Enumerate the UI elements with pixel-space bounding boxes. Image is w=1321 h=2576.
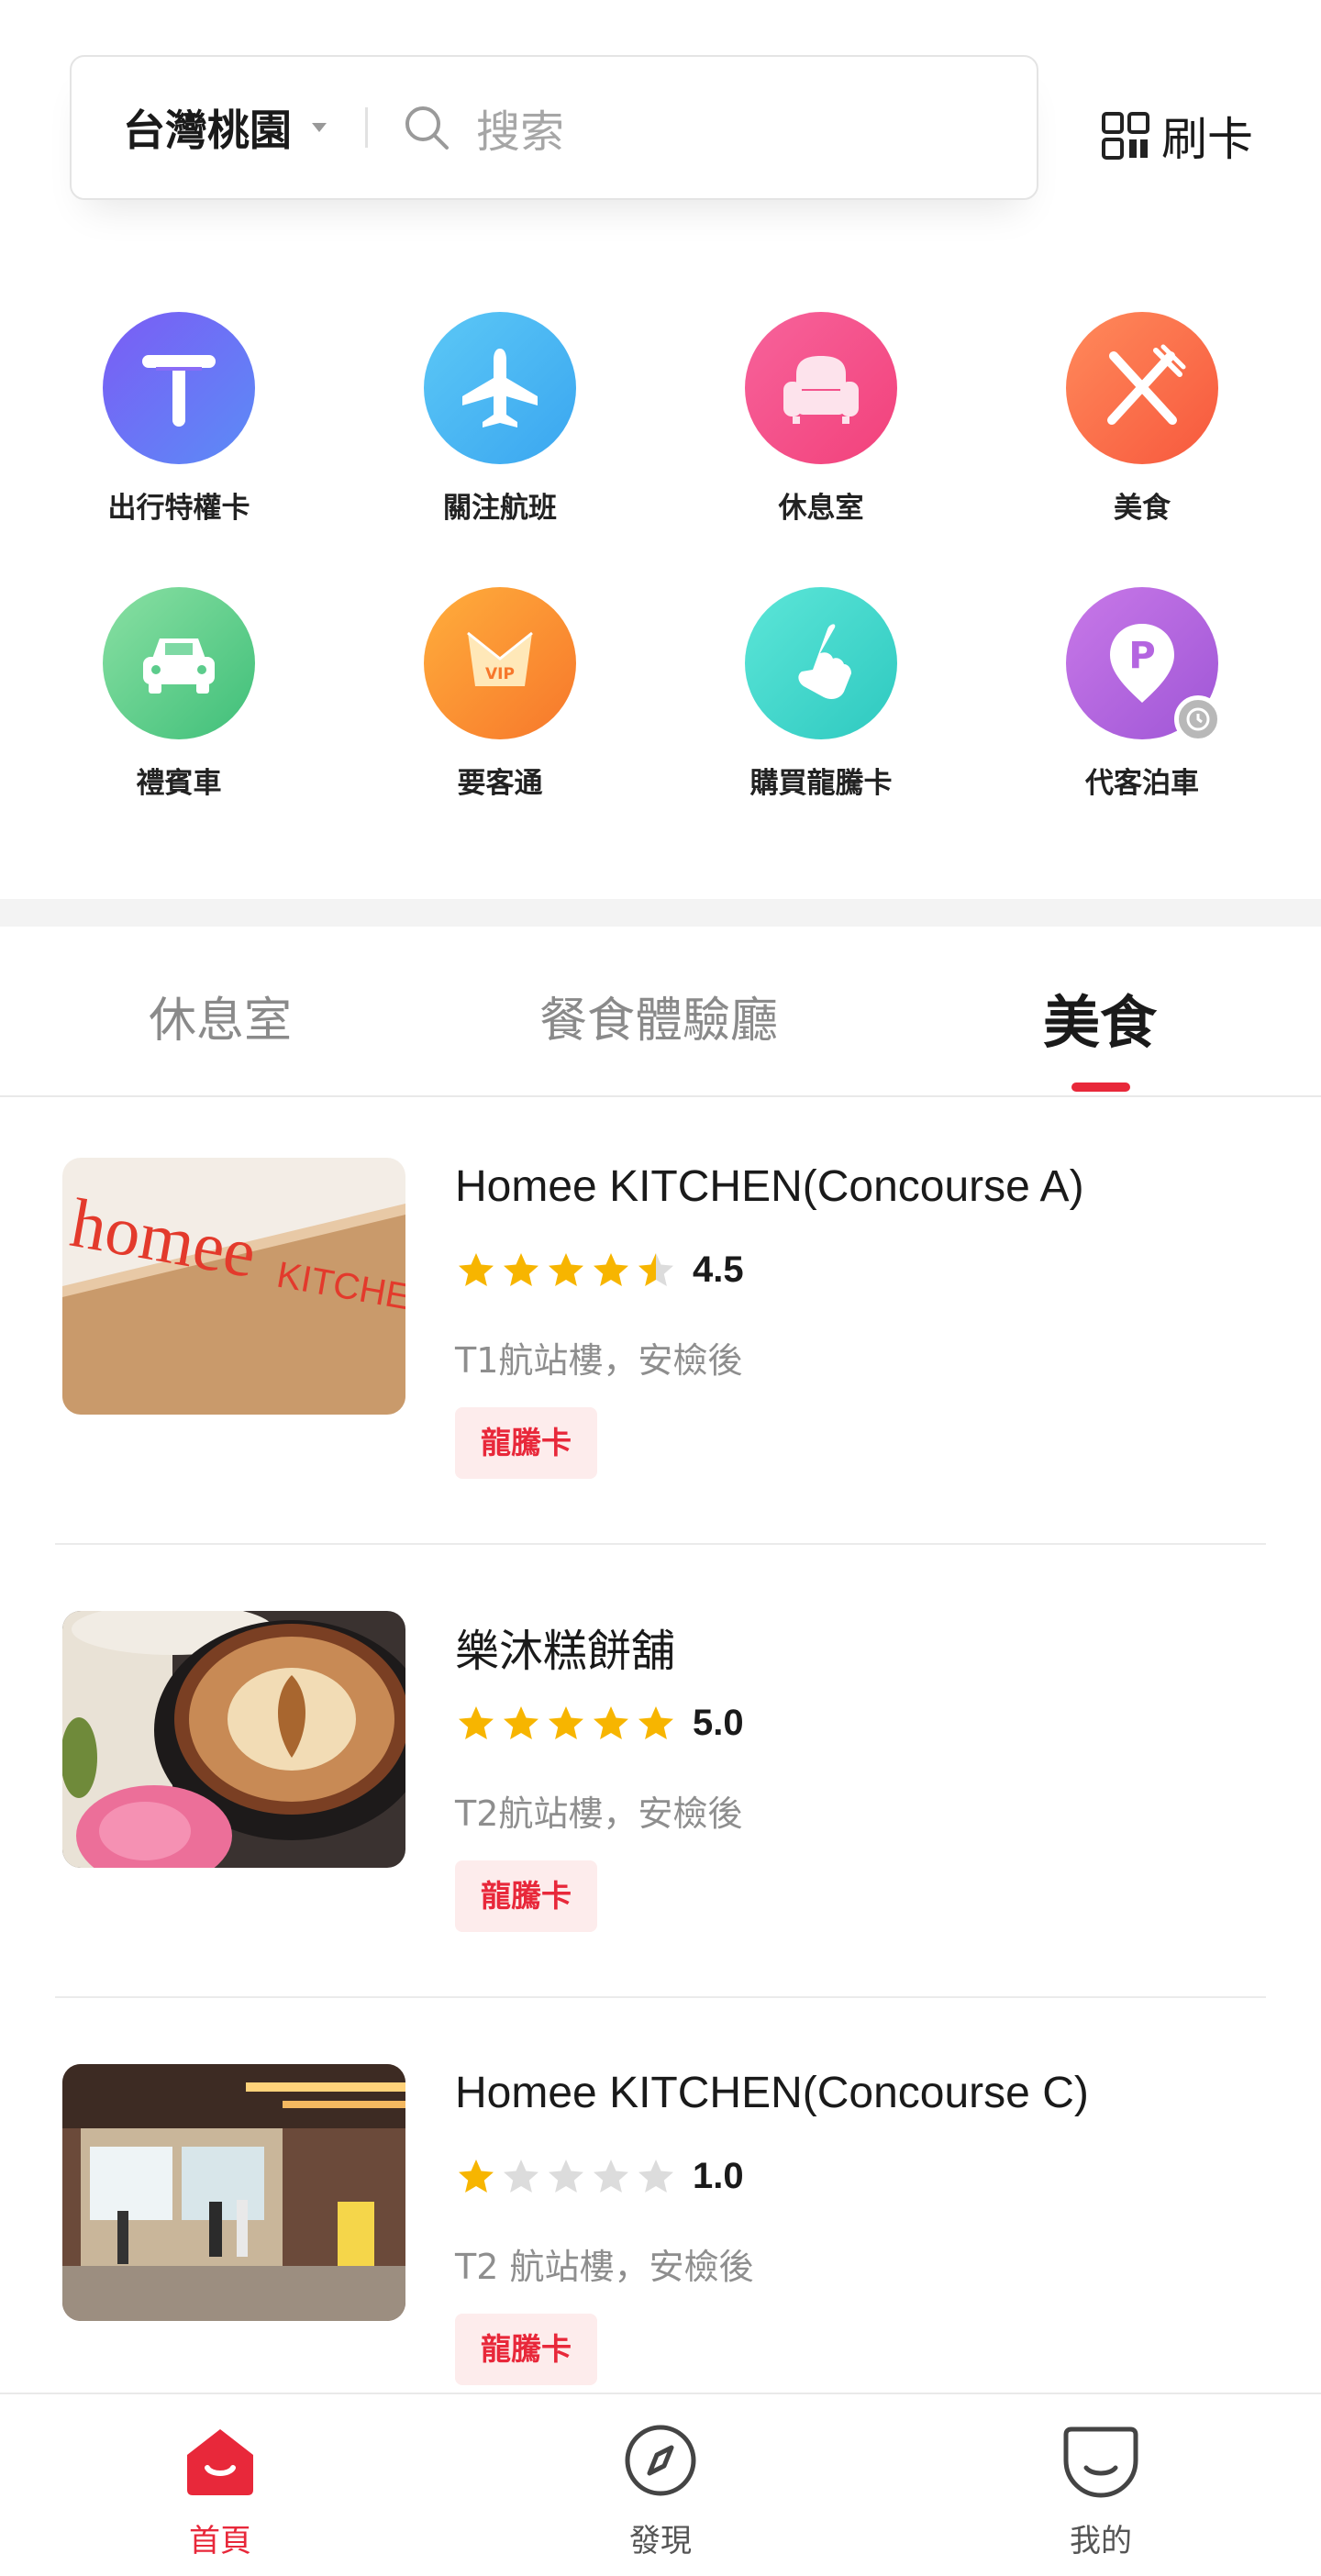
fork-knife-icon <box>1066 312 1218 464</box>
svg-text:P: P <box>1128 635 1155 677</box>
grid-label: 禮賓車 <box>136 767 222 800</box>
grid-label: 要客通 <box>457 767 543 800</box>
star-half-icon <box>638 1252 673 1286</box>
compass-icon <box>625 2425 696 2496</box>
star-full-icon <box>459 1705 494 1739</box>
grid-label: 休息室 <box>778 492 864 525</box>
list-separator <box>55 1996 1266 1998</box>
star-rating: 5.0 <box>457 1703 744 1744</box>
star-empty-icon <box>504 2159 538 2193</box>
search-icon <box>405 106 449 150</box>
star-full-icon <box>594 1252 628 1286</box>
star-full-icon <box>549 1252 583 1286</box>
search-input[interactable]: 搜索 <box>476 95 564 160</box>
profile-face-icon <box>1063 2426 1138 2498</box>
grid-label: 購買龍騰卡 <box>749 767 893 800</box>
star-full-icon <box>459 1252 494 1286</box>
tab-lounge[interactable]: 休息室 <box>149 982 292 1050</box>
sofa-icon <box>745 312 897 464</box>
restaurant-photo <box>62 1611 405 1868</box>
car-icon <box>103 587 255 739</box>
nav-label: 發現 <box>629 2523 692 2559</box>
restaurant-photo: homee KITCHEN <box>62 1158 405 1415</box>
grid-item-vip[interactable]: VIP 要客通 <box>339 587 660 801</box>
home-icon <box>187 2429 253 2495</box>
rating-value: 1.0 <box>693 2156 744 2196</box>
nav-label: 首頁 <box>189 2523 251 2559</box>
list-item[interactable]: homee KITCHEN Homee KITCHEN(Concourse A)… <box>55 1158 1266 1611</box>
star-full-icon <box>594 1705 628 1739</box>
svg-text:VIP: VIP <box>485 665 515 683</box>
tab-food[interactable]: 美食 <box>1043 976 1157 1059</box>
list-item[interactable]: 樂沐糕餅舖 5.0 T2航站樓，安檢後 龍騰卡 <box>55 1611 1266 2064</box>
clock-icon <box>1174 695 1222 743</box>
star-full-icon <box>504 1705 538 1739</box>
grid-item-flight[interactable]: 關注航班 <box>339 312 660 526</box>
city-selector[interactable]: 台灣桃園 <box>123 97 292 158</box>
grid-item-valet-parking[interactable]: P 代客泊車 <box>982 587 1303 801</box>
star-full-icon <box>549 1705 583 1739</box>
card-badge: 龍騰卡 <box>455 2314 597 2385</box>
tab-dining-experience[interactable]: 餐食體驗廳 <box>539 982 778 1050</box>
grid-label: 美食 <box>1114 492 1171 525</box>
star-full-icon <box>638 1705 673 1739</box>
star-full-icon <box>459 2159 494 2193</box>
bottom-navigation: 首頁 發現 我的 <box>0 2393 1321 2576</box>
nav-home[interactable]: 首頁 <box>128 2422 312 2560</box>
star-empty-icon <box>638 2159 673 2193</box>
restaurant-location: T2航站樓，安檢後 <box>455 1793 743 1834</box>
star-rating: 4.5 <box>457 1249 744 1291</box>
caret-down-icon[interactable] <box>312 123 327 132</box>
grid-item-travel-card[interactable]: 出行特權卡 <box>18 312 339 526</box>
grid-label: 關注航班 <box>443 492 557 525</box>
category-tabs: 休息室 餐食體驗廳 美食 <box>0 927 1321 1097</box>
nav-profile[interactable]: 我的 <box>1009 2422 1193 2560</box>
nav-discover[interactable]: 發現 <box>569 2422 752 2560</box>
restaurant-name: Homee KITCHEN(Concourse C) <box>455 2069 1089 2117</box>
restaurant-name: 樂沐糕餅舖 <box>455 1627 676 1676</box>
scan-label: 刷卡 <box>1161 113 1253 166</box>
restaurant-location: T2 航站樓，安檢後 <box>455 2247 754 2287</box>
card-badge: 龍騰卡 <box>455 1407 597 1479</box>
card-badge: 龍騰卡 <box>455 1860 597 1932</box>
nav-label: 我的 <box>1070 2523 1132 2559</box>
hand-tap-icon <box>745 587 897 739</box>
qr-scan-icon <box>1102 112 1149 160</box>
star-empty-icon <box>594 2159 628 2193</box>
star-empty-icon <box>549 2159 583 2193</box>
search-divider <box>365 107 368 148</box>
star-rating: 1.0 <box>457 2156 744 2197</box>
search-bar[interactable]: 台灣桃園 搜索 <box>70 55 1038 200</box>
airplane-icon <box>424 312 576 464</box>
list-separator <box>55 1543 1266 1545</box>
scan-card-button[interactable]: 刷卡 <box>1101 103 1253 169</box>
section-divider <box>0 899 1321 927</box>
restaurant-name: Homee KITCHEN(Concourse A) <box>455 1162 1084 1211</box>
grid-item-buy-card[interactable]: 購買龍騰卡 <box>660 587 982 801</box>
vip-crown-icon: VIP <box>424 587 576 739</box>
grid-label: 代客泊車 <box>1085 767 1199 800</box>
rating-value: 5.0 <box>693 1703 744 1743</box>
grid-item-food[interactable]: 美食 <box>982 312 1303 526</box>
grid-item-lounge[interactable]: 休息室 <box>660 312 982 526</box>
rating-value: 4.5 <box>693 1249 744 1290</box>
grid-label: 出行特權卡 <box>107 492 250 525</box>
restaurant-location: T1航站樓，安檢後 <box>455 1340 743 1381</box>
restaurant-photo <box>62 2064 405 2321</box>
t-card-icon <box>103 312 255 464</box>
parking-pin-icon: P <box>1066 587 1222 743</box>
active-tab-indicator <box>1071 1083 1130 1092</box>
star-full-icon <box>504 1252 538 1286</box>
grid-item-car[interactable]: 禮賓車 <box>18 587 339 801</box>
